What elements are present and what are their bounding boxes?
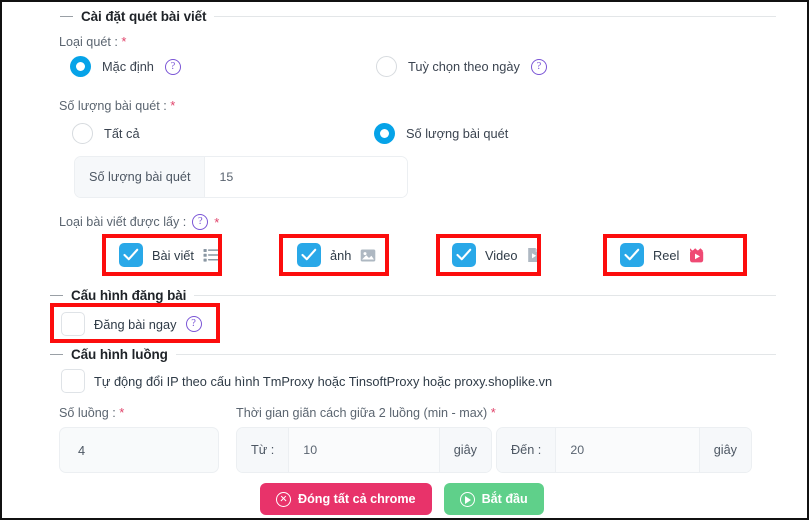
section-title-thread: Cấu hình luồng (71, 346, 168, 362)
check-icon (624, 248, 640, 261)
checkbox-post-video[interactable]: Video (452, 243, 541, 267)
required-asterisk: * (170, 98, 176, 113)
help-icon-by-date[interactable]: ? (530, 58, 547, 75)
delay-from-group[interactable]: Từ : 10 giây (236, 427, 492, 473)
reel-icon (690, 247, 704, 262)
delay-to-input[interactable]: 20 (556, 428, 699, 472)
post-types-label: Loại bài viết được lấy : ? * (59, 214, 220, 230)
start-label: Bắt đầu (481, 492, 528, 506)
checkbox-auto-change-ip[interactable]: Tự động đổi IP theo cấu hình TmProxy hoặ… (61, 369, 552, 393)
section-title-scan: Cài đặt quét bài viết (81, 8, 207, 24)
checkbox-label: Reel (653, 247, 680, 263)
delay-to-unit: giây (698, 428, 751, 472)
video-file-icon (527, 248, 540, 262)
delay-to-addon: Đến : (497, 428, 557, 472)
required-asterisk: * (490, 405, 496, 420)
radio-default-label: Mặc định (102, 59, 154, 74)
radio-option-all[interactable]: Tất cả (72, 123, 140, 144)
action-button-bar: Đóng tất cả chrome Bắt đầu (260, 483, 544, 515)
close-circle-icon (276, 491, 291, 507)
delay-from-unit: giây (438, 428, 491, 472)
help-icon-post-types[interactable]: ? (192, 214, 209, 230)
scan-count-input-group[interactable]: Số lượng bài quét 15 (74, 156, 408, 198)
radio-option-count[interactable]: Số lượng bài quét (374, 123, 508, 144)
delay-to-group[interactable]: Đến : 20 giây (496, 427, 752, 473)
check-icon (301, 248, 317, 261)
article-icon (203, 249, 219, 262)
delay-from-input[interactable]: 10 (289, 428, 439, 472)
thread-count-input[interactable]: 4 (59, 427, 219, 473)
section-header-scan: Cài đặt quét bài viết (60, 6, 776, 26)
start-button[interactable]: Bắt đầu (443, 483, 544, 515)
checkbox-label: Bài viết (152, 247, 194, 263)
collapse-dash-icon[interactable] (60, 15, 73, 17)
play-circle-icon (459, 491, 475, 507)
scan-count-input[interactable]: 15 (205, 157, 407, 197)
collapse-dash-icon[interactable] (50, 353, 63, 355)
help-icon-publish-now[interactable]: ? (185, 316, 202, 332)
section-divider (214, 15, 776, 17)
checkbox-box[interactable] (61, 312, 85, 336)
scan-type-label: Loại quét : * (59, 34, 127, 49)
required-asterisk: * (214, 214, 220, 230)
radio-all[interactable] (72, 123, 93, 144)
thread-count-label: Số luồng : * (59, 405, 125, 420)
radio-option-by-date[interactable]: Tuỳ chọn theo ngày ? (376, 56, 547, 77)
section-header-thread: Cấu hình luồng (50, 344, 776, 364)
scan-settings-panel: Cài đặt quét bài viết Loại quét : * Mặc … (0, 0, 809, 520)
check-icon (456, 248, 472, 261)
checkbox-post-photo[interactable]: ảnh (297, 243, 376, 267)
section-header-post: Cấu hình đăng bài (50, 285, 776, 305)
help-icon-default[interactable]: ? (164, 58, 181, 75)
section-title-post: Cấu hình đăng bài (71, 287, 187, 303)
checkbox-label: Đăng bài ngay (94, 316, 177, 332)
collapse-dash-icon[interactable] (50, 294, 63, 296)
section-divider (175, 353, 776, 355)
scan-count-addon: Số lượng bài quét (75, 157, 206, 197)
radio-by-date[interactable] (376, 56, 397, 77)
check-icon (123, 248, 139, 261)
checkbox-publish-now[interactable]: Đăng bài ngay ? (61, 312, 202, 336)
radio-count-label: Số lượng bài quét (406, 126, 509, 141)
close-all-chrome-label: Đóng tất cả chrome (298, 492, 416, 506)
section-divider (194, 294, 776, 296)
required-asterisk: * (119, 405, 125, 420)
radio-by-date-label: Tuỳ chọn theo ngày (408, 59, 520, 74)
checkbox-box[interactable] (620, 243, 644, 267)
checkbox-box[interactable] (452, 243, 476, 267)
radio-count[interactable] (374, 123, 395, 144)
checkbox-box[interactable] (119, 243, 143, 267)
close-all-chrome-button[interactable]: Đóng tất cả chrome (260, 483, 432, 515)
checkbox-label: Tự động đổi IP theo cấu hình TmProxy hoặ… (94, 373, 553, 389)
radio-option-default[interactable]: Mặc định ? (70, 56, 181, 77)
photo-icon (361, 249, 376, 261)
checkbox-post-reel[interactable]: Reel (620, 243, 706, 267)
checkbox-label: Video (485, 247, 518, 263)
checkbox-box[interactable] (297, 243, 321, 267)
required-asterisk: * (121, 34, 127, 49)
checkbox-box[interactable] (61, 369, 85, 393)
delay-from-addon: Từ : (237, 428, 290, 472)
checkbox-label: ảnh (330, 247, 352, 263)
scan-count-label: Số lượng bài quét : * (59, 98, 176, 113)
radio-default[interactable] (70, 56, 91, 77)
radio-all-label: Tất cả (104, 126, 140, 141)
checkbox-post-article[interactable]: Bài viết (119, 243, 219, 267)
thread-delay-label: Thời gian giãn cách giữa 2 luồng (min - … (236, 405, 496, 420)
